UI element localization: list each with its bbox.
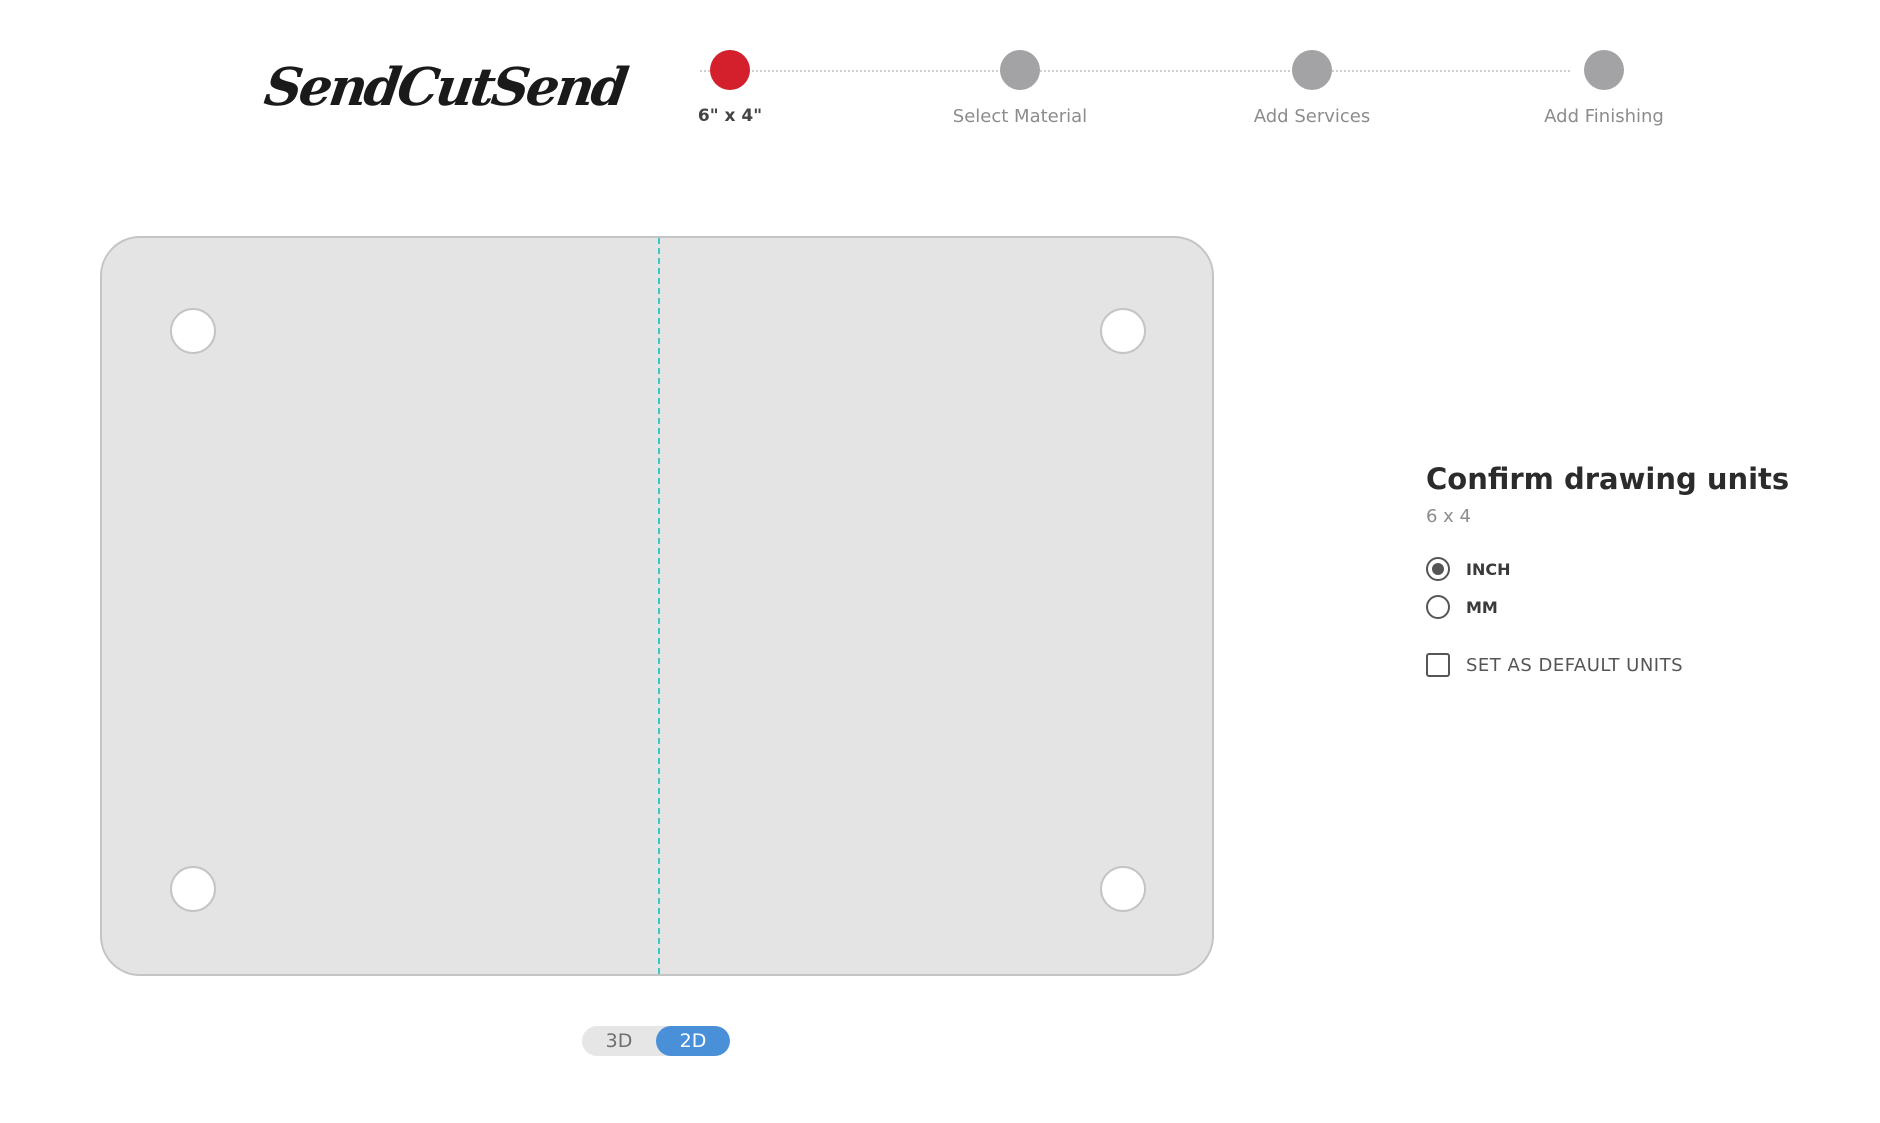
- mm-label: MM: [1466, 597, 1498, 617]
- step-add-services[interactable]: Add Services: [1222, 48, 1402, 127]
- view-3d-button[interactable]: 3D: [582, 1026, 656, 1056]
- mounting-hole-bottom-left: [170, 866, 216, 912]
- step-dot-active: [710, 50, 750, 90]
- view-2d-button[interactable]: 2D: [656, 1026, 730, 1056]
- order-stepper: 6" x 4" Select Material Add Services Add…: [640, 48, 1664, 128]
- step-label: Add Services: [1253, 106, 1371, 127]
- step-dot: [1584, 50, 1624, 90]
- step-dot: [1292, 50, 1332, 90]
- part-dimensions: 6 x 4: [1426, 506, 1471, 527]
- view-mode-toggle: 3D 2D: [582, 1026, 730, 1056]
- units-panel-title: Confirm drawing units: [1426, 462, 1790, 496]
- centerline: [658, 238, 660, 974]
- mounting-hole-top-left: [170, 308, 216, 354]
- step-select-material[interactable]: Select Material: [930, 48, 1110, 127]
- unit-option-mm[interactable]: MM: [1426, 595, 1846, 619]
- default-units-label: SET AS DEFAULT UNITS: [1466, 654, 1684, 676]
- step-label: Add Finishing: [1544, 106, 1664, 127]
- step-dimensions[interactable]: 6" x 4": [640, 48, 820, 126]
- mounting-hole-top-right: [1100, 308, 1146, 354]
- sendcutsend-logo[interactable]: SendCutSend: [259, 48, 629, 128]
- inch-label: INCH: [1466, 559, 1511, 579]
- upload-page: SendCutSend 6" x 4" Select Material Add …: [0, 0, 1880, 1123]
- step-add-finishing[interactable]: Add Finishing: [1514, 48, 1694, 127]
- step-label: 6" x 4": [697, 106, 763, 126]
- mounting-hole-bottom-right: [1100, 866, 1146, 912]
- units-panel: Confirm drawing units 6 x 4 INCH MM SET …: [1426, 462, 1846, 677]
- default-units-option[interactable]: SET AS DEFAULT UNITS: [1426, 653, 1846, 677]
- mm-radio[interactable]: [1426, 595, 1450, 619]
- step-dot: [1000, 50, 1040, 90]
- default-units-checkbox[interactable]: [1426, 653, 1450, 677]
- stepper-connector: [700, 70, 1570, 72]
- unit-option-inch[interactable]: INCH: [1426, 557, 1846, 581]
- inch-radio[interactable]: [1426, 557, 1450, 581]
- step-label: Select Material: [952, 106, 1088, 127]
- part-preview[interactable]: [100, 236, 1214, 976]
